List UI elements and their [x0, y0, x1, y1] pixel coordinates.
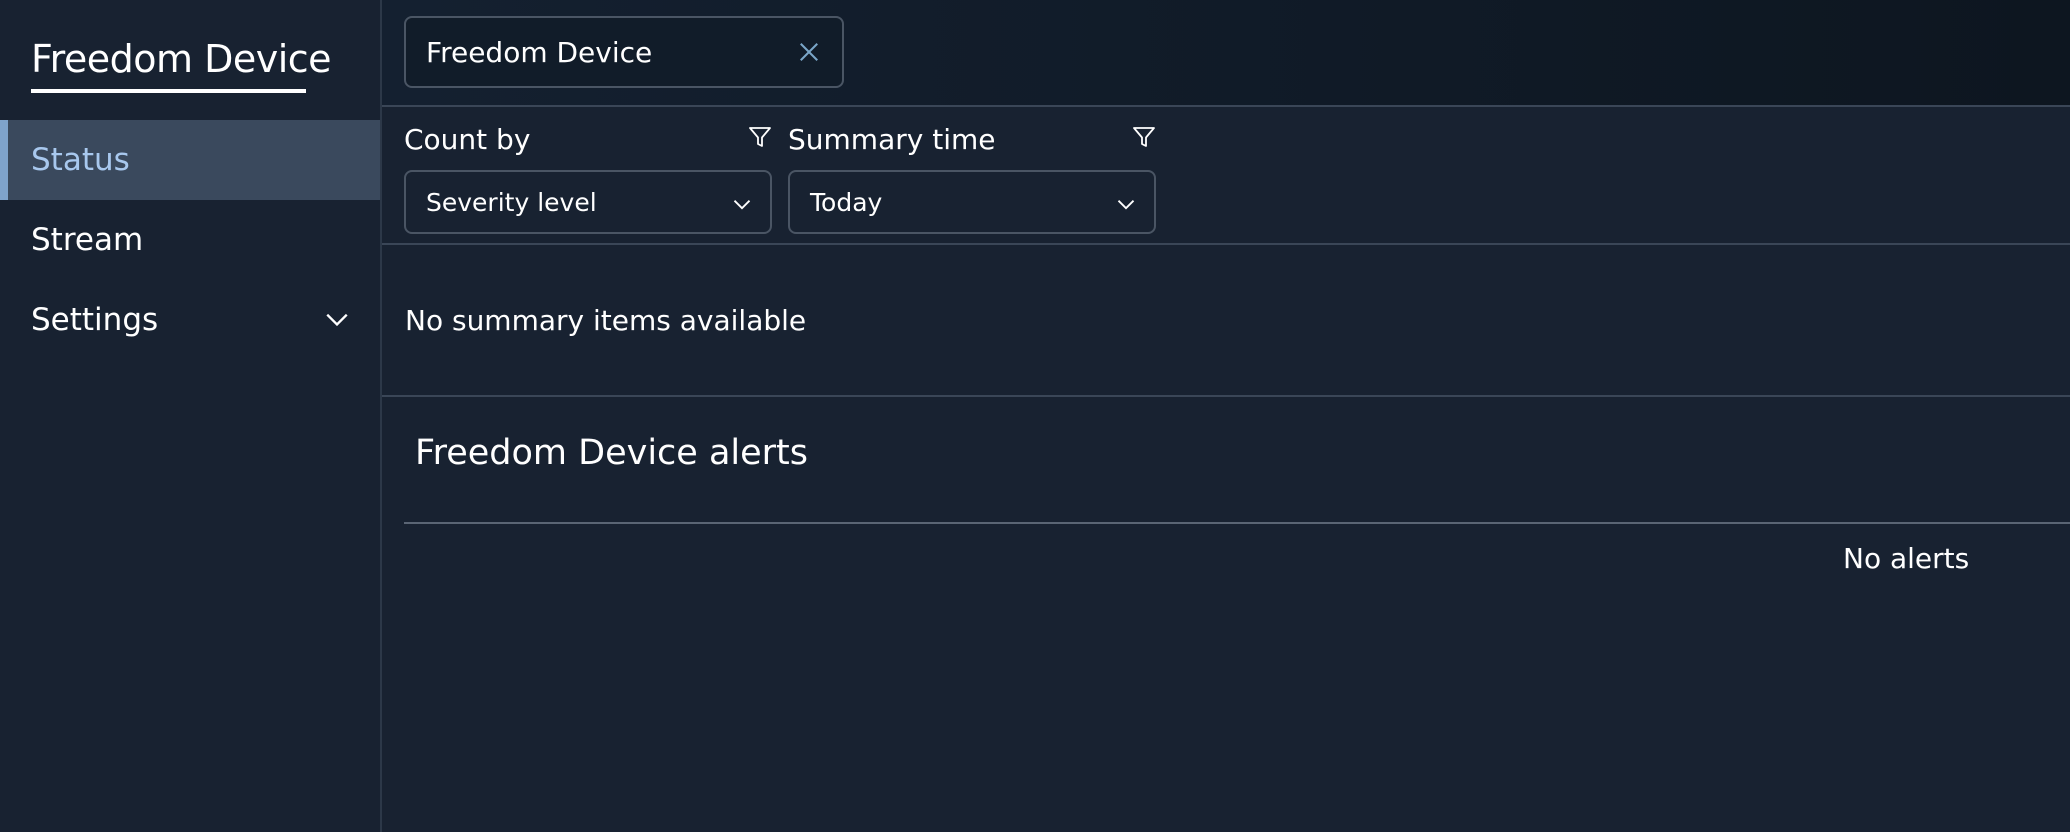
- close-icon[interactable]: [798, 41, 820, 63]
- summary-time-label: Summary time: [788, 123, 996, 156]
- summary-empty-message: No summary items available: [405, 304, 807, 337]
- app-root: Freedom Device Status Stream Settings Fr…: [0, 0, 2070, 832]
- filter-bar: Count by Severity level Summary time Tod…: [382, 107, 2070, 245]
- sidebar-item-stream[interactable]: Stream: [0, 200, 380, 280]
- sidebar-item-label: Status: [31, 142, 130, 178]
- sidebar-item-label: Stream: [31, 222, 144, 258]
- alerts-empty-message: No alerts: [1843, 542, 1970, 575]
- brand-underline: [31, 89, 306, 93]
- filter-icon[interactable]: [1132, 125, 1156, 149]
- count-by-label: Count by: [404, 123, 531, 156]
- chevron-down-icon: [733, 200, 751, 210]
- summary-panel: No summary items available: [382, 245, 2070, 397]
- chevron-down-icon: [1117, 200, 1135, 210]
- device-tab-label: Freedom Device: [426, 35, 653, 69]
- count-by-value: Severity level: [426, 187, 597, 217]
- summary-time-value: Today: [810, 187, 883, 217]
- count-by-filter: Count by Severity level: [404, 107, 772, 245]
- count-by-select[interactable]: Severity level: [404, 170, 772, 234]
- sidebar-item-status[interactable]: Status: [0, 120, 380, 200]
- device-tab[interactable]: Freedom Device: [404, 16, 844, 88]
- summary-time-filter: Summary time Today: [788, 107, 1156, 245]
- summary-time-select[interactable]: Today: [788, 170, 1156, 234]
- alerts-divider: [404, 522, 2070, 524]
- brand-title[interactable]: Freedom Device: [31, 36, 332, 82]
- sidebar-item-label: Settings: [31, 302, 159, 338]
- chevron-down-icon[interactable]: [324, 306, 350, 332]
- filter-icon[interactable]: [748, 125, 772, 149]
- sidebar-item-settings[interactable]: Settings: [0, 280, 380, 360]
- alerts-title: Freedom Device alerts: [415, 433, 808, 473]
- top-bar: Freedom Device: [382, 0, 2070, 107]
- sidebar: Freedom Device Status Stream Settings: [0, 0, 382, 832]
